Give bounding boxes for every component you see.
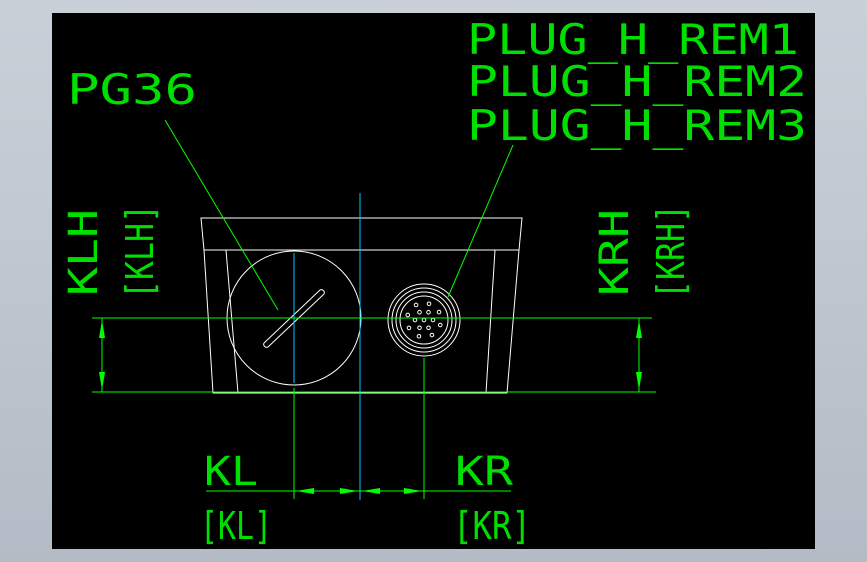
klh-label: KLH — [61, 209, 107, 296]
plug-pin — [417, 309, 422, 315]
housing-body-outline — [203, 249, 520, 394]
plug-pin — [412, 317, 418, 323]
pg36-label: PG36 — [67, 65, 197, 114]
kl-label: KL — [204, 449, 258, 495]
krh-arrow-bottom — [636, 372, 642, 390]
klh-bracket-label: [KLH] — [118, 204, 162, 299]
kl-bracket-label: [KL] — [200, 504, 272, 548]
kl-arrow-right — [340, 488, 358, 494]
pg36-slot-b — [267, 293, 325, 348]
housing-top-outline — [200, 217, 523, 251]
plug-pin — [421, 317, 427, 323]
plug-pin — [426, 325, 431, 331]
plug-pin — [430, 317, 436, 323]
pg36-leader-line — [164, 119, 279, 311]
klh-arrow-bottom — [99, 372, 105, 390]
krh-bracket-label: [KRH] — [649, 204, 693, 299]
housing-inner-right — [485, 249, 496, 394]
housing-inner-left — [225, 249, 239, 394]
plug-ring-3 — [395, 291, 453, 349]
plug-pin — [417, 325, 422, 331]
pg36-slot-end-b — [319, 289, 325, 295]
plug-pin — [426, 301, 432, 307]
plug-label-2: PLUG_H_REM2 — [467, 57, 807, 106]
plug-ring-4 — [399, 295, 449, 345]
krh-label: KRH — [592, 209, 638, 296]
plug-pin — [437, 322, 443, 328]
kr-bracket-label: [KR] — [453, 504, 531, 548]
plug-pin — [426, 309, 431, 315]
plug-pin — [405, 312, 411, 318]
plug-pin — [429, 332, 435, 338]
plug-pin — [406, 325, 412, 331]
kl-arrow-left — [296, 488, 314, 494]
drawing-viewport[interactable]: PG36 PLUG_H_REM1 PLUG_H_REM2 PLUG_H_REM3… — [52, 13, 815, 549]
cad-drawing: PG36 PLUG_H_REM1 PLUG_H_REM2 PLUG_H_REM3… — [61, 15, 807, 548]
plug-pins — [405, 301, 443, 339]
pg36-slot-end-a — [263, 342, 269, 348]
klh-arrow-top — [99, 320, 105, 338]
pg36-slot-a — [263, 289, 321, 344]
kr-arrow-right — [404, 488, 422, 494]
plug-pin — [416, 333, 422, 339]
plug-label-3: PLUG_H_REM3 — [467, 101, 807, 150]
plug-ring-2 — [391, 287, 457, 353]
plug-pin — [436, 309, 442, 315]
plug-leader-line — [447, 144, 514, 298]
krh-arrow-top — [636, 320, 642, 338]
kr-arrow-left — [362, 488, 380, 494]
kr-label: KR — [455, 449, 514, 495]
plug-pin — [413, 302, 419, 308]
